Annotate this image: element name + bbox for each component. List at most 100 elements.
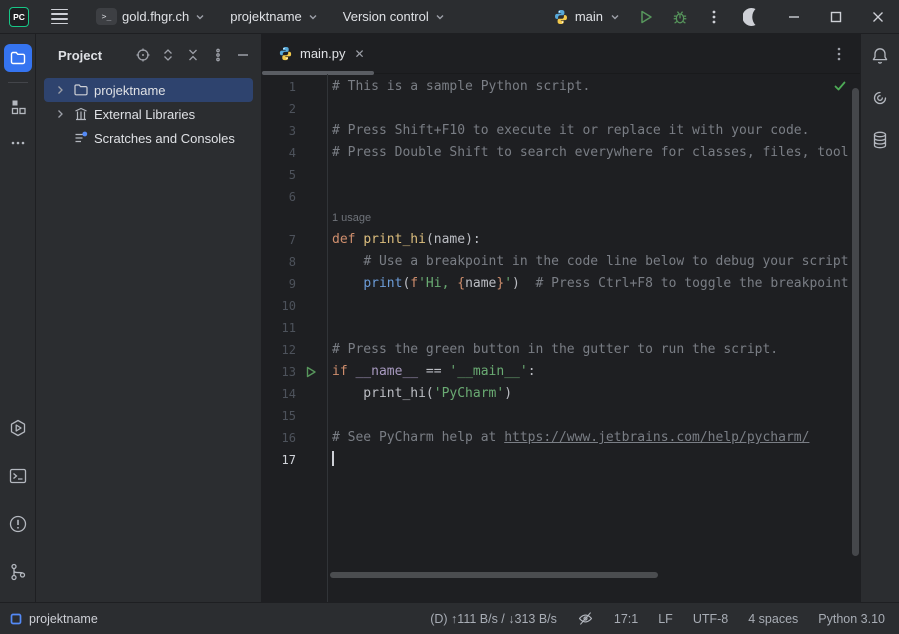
- tab-close-icon[interactable]: ✕: [353, 47, 367, 61]
- python-icon: [553, 9, 569, 25]
- collapse-all-icon[interactable]: [185, 47, 201, 63]
- text-caret: [332, 451, 334, 466]
- run-button[interactable]: [629, 3, 663, 31]
- structure-tool-button[interactable]: [4, 93, 32, 121]
- code-editor[interactable]: 1234567891011121314151617 # This is a sa…: [262, 74, 860, 602]
- strip-divider: [8, 82, 28, 83]
- git-tool-button[interactable]: [4, 558, 32, 586]
- ssh-terminal-icon: >_: [96, 8, 117, 25]
- ai-assistant-button[interactable]: [870, 88, 890, 108]
- code-line-17: [329, 449, 851, 471]
- status-project-label: projektname: [29, 612, 98, 626]
- left-tool-strip: [0, 34, 36, 602]
- tree-item-projektname[interactable]: projektname: [44, 78, 253, 102]
- minimize-icon: [787, 10, 801, 24]
- hamburger-menu-icon[interactable]: [41, 9, 78, 24]
- line-number: 6: [262, 190, 296, 204]
- code-line-9: print(f'Hi, {name}') # Press Ctrl+F8 to …: [329, 273, 851, 295]
- kebab-menu-icon: [832, 46, 846, 62]
- chevron-right-icon: [54, 84, 66, 96]
- run-configuration-selector[interactable]: main: [545, 6, 629, 28]
- status-project-widget[interactable]: projektname: [10, 612, 98, 626]
- line-number: 11: [262, 321, 296, 335]
- status-bar: projektname (D) ↑111 B/s / ↓313 B/s 17:1…: [0, 602, 899, 634]
- chevron-down-icon: [434, 11, 446, 23]
- code-line-7: def print_hi(name):: [329, 229, 851, 251]
- more-tool-windows-button[interactable]: [4, 129, 32, 157]
- status-segment-python-3.10[interactable]: Python 3.10: [818, 612, 885, 626]
- line-number: 5: [262, 168, 296, 182]
- minimize-button[interactable]: [773, 0, 815, 34]
- code-text-area[interactable]: # This is a sample Python script. # Press…: [329, 74, 851, 602]
- run-line-icon[interactable]: [305, 366, 317, 378]
- editor-options-button[interactable]: [832, 46, 860, 62]
- project-folder-icon: [9, 49, 27, 67]
- chevron-down-icon: [609, 11, 621, 23]
- tab-main-py[interactable]: main.py ✕: [262, 34, 377, 73]
- line-number: 16: [262, 431, 296, 445]
- project-widget-icon: [10, 613, 22, 625]
- code-line-12: # Press the green button in the gutter t…: [329, 339, 851, 361]
- tab-label: main.py: [300, 46, 346, 61]
- close-icon: [871, 10, 885, 24]
- line-number: 2: [262, 102, 296, 116]
- code-line-16: # See PyCharm help at https://www.jetbra…: [329, 427, 851, 449]
- pycharm-window: PC >_ gold.fhgr.ch projektname Version c…: [0, 0, 899, 634]
- debug-icon: [671, 8, 689, 26]
- crescent-button[interactable]: [731, 0, 773, 34]
- maximize-button[interactable]: [815, 0, 857, 34]
- tree-item-external-libraries[interactable]: External Libraries: [44, 102, 253, 126]
- more-actions-button[interactable]: [697, 3, 731, 31]
- status-segment-17-1[interactable]: 17:1: [614, 612, 638, 626]
- highlighting-off-icon[interactable]: [577, 610, 594, 627]
- horizontal-scrollbar[interactable]: [330, 572, 658, 578]
- vcs-menu[interactable]: Version control: [337, 5, 452, 28]
- more-tool-windows-icon: [9, 134, 27, 152]
- code-line-11: [329, 317, 851, 339]
- library-icon: [73, 106, 89, 122]
- code-line-1: # This is a sample Python script.: [329, 76, 851, 98]
- notifications-button[interactable]: [870, 46, 890, 66]
- vertical-scrollbar[interactable]: [852, 88, 859, 556]
- remote-host-label: gold.fhgr.ch: [122, 9, 189, 24]
- tree-item-scratches-and-consoles[interactable]: Scratches and Consoles: [44, 126, 253, 150]
- debug-button[interactable]: [663, 3, 697, 31]
- project-panel: Project: [36, 34, 262, 602]
- tree-item-label: projektname: [94, 83, 166, 98]
- project-menu[interactable]: projektname: [224, 5, 325, 28]
- code-line-14: print_hi('PyCharm'): [329, 383, 851, 405]
- status-segment-lf[interactable]: LF: [658, 612, 673, 626]
- code-line-5: [329, 164, 851, 186]
- hide-panel-icon[interactable]: [235, 47, 251, 63]
- line-number: 14: [262, 387, 296, 401]
- line-number: 4: [262, 146, 296, 160]
- problems-icon: [8, 514, 28, 534]
- problems-tool-button[interactable]: [4, 510, 32, 538]
- line-number: 15: [262, 409, 296, 423]
- expand-all-icon[interactable]: [160, 47, 176, 63]
- python-icon: [278, 46, 293, 61]
- services-tool-button[interactable]: [4, 414, 32, 442]
- project-tool-button[interactable]: [4, 44, 32, 72]
- maximize-icon: [829, 10, 843, 24]
- database-button[interactable]: [870, 130, 890, 150]
- editor-tab-bar: main.py ✕: [262, 34, 860, 74]
- kebab-menu-icon[interactable]: [210, 47, 226, 63]
- terminal-tool-button[interactable]: [4, 462, 32, 490]
- close-button[interactable]: [857, 0, 899, 34]
- status-segment-utf-8[interactable]: UTF-8: [693, 612, 728, 626]
- network-speed-widget[interactable]: (D) ↑111 B/s / ↓313 B/s: [430, 612, 557, 626]
- line-number: 7: [262, 233, 296, 247]
- ai-assistant-icon: [870, 88, 890, 108]
- remote-host-menu[interactable]: >_ gold.fhgr.ch: [90, 4, 212, 29]
- line-number: 10: [262, 299, 296, 313]
- line-number: 12: [262, 343, 296, 357]
- editor-gutter: 1234567891011121314151617: [262, 74, 328, 602]
- terminal-icon: [8, 466, 28, 486]
- inspection-ok-icon[interactable]: [833, 79, 847, 93]
- status-segment-4-spaces[interactable]: 4 spaces: [748, 612, 798, 626]
- usages-inlay-hint[interactable]: 1 usage: [329, 208, 851, 229]
- code-line-4: # Press Double Shift to search everywher…: [329, 142, 851, 164]
- locate-file-icon[interactable]: [135, 47, 151, 63]
- project-tree: projektname External LibrariesScratches a…: [36, 76, 261, 150]
